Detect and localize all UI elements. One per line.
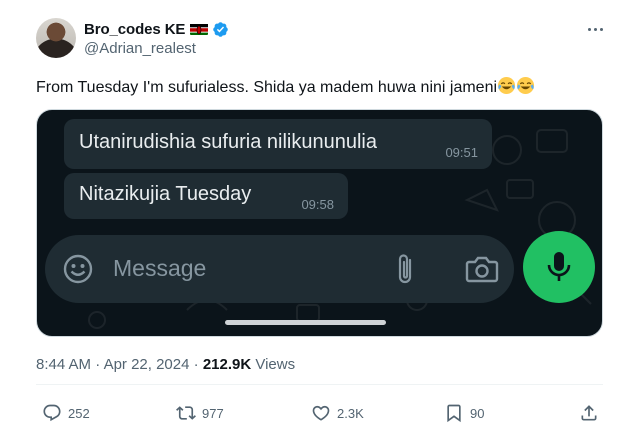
views-count[interactable]: 212.9K [203,356,251,373]
retweet-icon [176,406,196,420]
retweet-button[interactable]: 977 [176,402,224,424]
share-icon [581,405,597,421]
chat-message-text: Utanirudishia sufuria nilikununulia [79,131,377,153]
microphone-icon [547,252,571,281]
kenya-flag-icon [190,23,209,35]
bookmark-button[interactable]: 90 [444,402,484,424]
reply-button[interactable]: 252 [42,402,90,424]
avatar[interactable] [36,18,76,58]
author-handle[interactable]: @Adrian_realest [84,40,196,57]
verified-badge-icon[interactable] [212,21,229,38]
voice-record-button[interactable] [523,231,595,303]
chat-message-text: Nitazikujia Tuesday [79,183,252,205]
home-indicator [225,320,386,325]
divider [36,384,603,385]
bookmark-icon [447,404,461,423]
more-dot-icon [593,27,597,31]
more-dot-icon [599,27,603,31]
like-button[interactable]: 2.3K [311,402,364,424]
tweet-text-body: From Tuesday I'm sufurialess. Shida ya m… [36,79,498,96]
more-dot-icon [587,27,591,31]
tweet-time[interactable]: 8:44 AM [36,356,91,373]
tweet-meta: 8:44 AM · Apr 22, 2024 · 212.9K Views [36,356,295,373]
smiley-icon[interactable] [62,253,94,285]
heart-icon [312,405,330,421]
reply-count: 252 [68,405,90,421]
face-with-tears-of-joy-icon [497,76,516,95]
author-display-name[interactable]: Bro_codes KE [84,21,185,38]
chat-message-bubble[interactable]: Utanirudishia sufuria nilikununulia 09:5… [64,119,492,169]
share-button[interactable] [579,402,599,424]
more-options-button[interactable] [584,20,606,38]
paperclip-icon[interactable] [394,252,416,286]
chat-message-time: 09:58 [301,197,334,212]
chat-message-input[interactable]: Message [45,235,514,303]
meta-separator: · [193,356,203,373]
face-with-tears-of-joy-icon [516,76,535,95]
meta-separator: · [95,356,104,373]
tweet-text: From Tuesday I'm sufurialess. Shida ya m… [36,76,535,98]
message-placeholder: Message [113,255,207,281]
chat-message-bubble[interactable]: Nitazikujia Tuesday 09:58 [64,173,348,219]
camera-icon[interactable] [465,254,499,284]
chat-message-time: 09:51 [445,145,478,160]
retweet-count: 977 [202,405,224,421]
bookmark-count: 90 [470,405,485,421]
tweet-media-image[interactable]: Utanirudishia sufuria nilikununulia 09:5… [36,109,603,337]
tweet-date[interactable]: Apr 22, 2024 [104,356,190,373]
reply-icon [43,404,61,422]
like-count: 2.3K [337,405,364,421]
author-name-row: Bro_codes KE [84,19,229,39]
tweet-card: Bro_codes KE @Adrian_realest From Tuesda… [0,0,633,440]
views-label: Views [255,356,296,373]
